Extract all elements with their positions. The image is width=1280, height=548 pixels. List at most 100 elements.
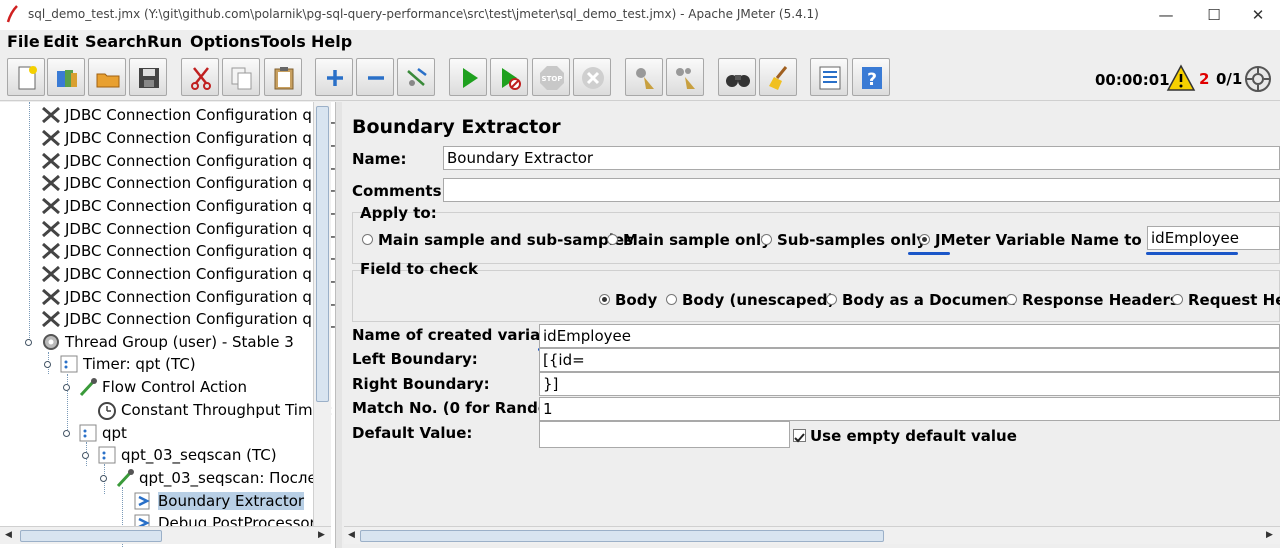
collapse-all-button[interactable]: [356, 58, 394, 96]
scroll-right-icon[interactable]: ▶: [318, 530, 325, 540]
minimize-button[interactable]: —: [1148, 3, 1184, 27]
menu-help[interactable]: Help: [311, 32, 352, 51]
search-button[interactable]: [718, 58, 756, 96]
tree-item-thread-group[interactable]: Thread Group (user) - Stable 3: [40, 331, 294, 353]
tree-toggle-icon[interactable]: [82, 452, 89, 459]
tree-toggle-icon[interactable]: [63, 384, 70, 391]
menu-tools[interactable]: Tools: [260, 32, 306, 51]
default-value-field[interactable]: [539, 421, 790, 448]
play-icon: [463, 68, 478, 88]
menu-search[interactable]: Search: [85, 32, 147, 51]
radio-body[interactable]: Body: [599, 291, 657, 309]
warning-count[interactable]: 2: [1199, 70, 1209, 88]
panel-horizontal-scrollbar[interactable]: ◀ ▶: [344, 526, 1280, 544]
tree-toggle-icon[interactable]: [100, 475, 107, 482]
shutdown-button[interactable]: [573, 58, 611, 96]
menu-bar: File Edit Search Run Options Tools Help: [0, 30, 1280, 54]
menu-file[interactable]: File: [7, 32, 40, 51]
test-plan-tree[interactable]: JDBC Connection Configuration qpt_ JDBC …: [0, 102, 336, 548]
tree-toggle-icon[interactable]: [63, 430, 70, 437]
reset-search-button[interactable]: [759, 58, 797, 96]
use-empty-default-label[interactable]: Use empty default value: [810, 427, 1017, 445]
radio-response-headers[interactable]: Response Headers: [1006, 291, 1179, 309]
menu-edit[interactable]: Edit: [43, 32, 79, 51]
expand-all-button[interactable]: [315, 58, 353, 96]
scroll-right-icon[interactable]: ▶: [1266, 530, 1273, 540]
scrollbar-thumb[interactable]: [316, 106, 329, 402]
tree-toggle-icon[interactable]: [44, 361, 51, 368]
start-no-pauses-button[interactable]: [490, 58, 528, 96]
tree-item-qpt[interactable]: qpt: [77, 422, 127, 444]
menu-options[interactable]: Options: [190, 32, 260, 51]
clear-all-button[interactable]: [666, 58, 704, 96]
open-button[interactable]: [88, 58, 126, 96]
paste-button[interactable]: [264, 58, 302, 96]
tree-vertical-scrollbar[interactable]: [313, 102, 331, 526]
apply-to-legend: Apply to:: [360, 204, 437, 222]
gear-icon: [40, 332, 62, 352]
radio-request-headers[interactable]: Request Hea: [1172, 291, 1280, 309]
tree-item[interactable]: JDBC Connection Configuration qpt_(: [40, 150, 335, 172]
tree-item-timer-controller[interactable]: Timer: qpt (TC): [58, 353, 196, 375]
tree-item-throughput-timer[interactable]: Constant Throughput Timer: д: [96, 399, 335, 421]
radio-body-unescaped[interactable]: Body (unescaped): [666, 291, 834, 309]
templates-button[interactable]: [47, 58, 85, 96]
match-number-field[interactable]: 1: [539, 397, 1280, 421]
tree-item[interactable]: JDBC Connection Configuration qpt_i: [40, 308, 335, 330]
tree-item[interactable]: JDBC Connection Configuration qpt_: [40, 104, 335, 126]
active-threads: 0/1: [1216, 70, 1243, 88]
cut-button[interactable]: [181, 58, 219, 96]
tree-item-flow-control[interactable]: Flow Control Action: [77, 376, 247, 398]
scissors-icon: [191, 67, 211, 90]
tree-item-boundary-extractor[interactable]: Boundary Extractor: [133, 490, 305, 512]
clear-button[interactable]: [625, 58, 663, 96]
menu-run[interactable]: Run: [147, 32, 182, 51]
clipboard-icon: [274, 67, 294, 90]
scrollbar-thumb[interactable]: [20, 530, 162, 542]
radio-main-and-sub[interactable]: Main sample and sub-samples: [362, 231, 633, 249]
tree-item-seqscan-sampler[interactable]: qpt_03_seqscan: Послед: [114, 467, 327, 489]
open-folder-icon: [96, 73, 120, 88]
tree-item[interactable]: JDBC Connection Configuration qpt_: [40, 263, 335, 285]
tree-item[interactable]: JDBC Connection Configuration qpt_(: [40, 195, 335, 217]
close-button[interactable]: ✕: [1240, 3, 1276, 27]
scroll-left-icon[interactable]: ◀: [5, 530, 12, 540]
use-empty-default-checkbox[interactable]: [793, 429, 806, 443]
tree-guide-line: [29, 102, 30, 342]
radio-jmeter-variable[interactable]: JMeter Variable Name to use: [919, 231, 1177, 249]
jmeter-variable-field[interactable]: idEmployee: [1147, 226, 1280, 250]
save-button[interactable]: [129, 58, 167, 96]
tree-horizontal-scrollbar[interactable]: ◀ ▶: [0, 526, 331, 544]
radio-button-icon: [362, 234, 373, 245]
scrollbar-thumb[interactable]: [360, 530, 884, 542]
warning-icon[interactable]: [1166, 64, 1196, 92]
tree-item-seqscan-tc[interactable]: qpt_03_seqscan (TC): [96, 444, 277, 466]
shutdown-icon: [582, 67, 604, 89]
tree-item[interactable]: JDBC Connection Configuration qpt_(: [40, 127, 335, 149]
name-field[interactable]: Boundary Extractor: [443, 146, 1280, 170]
broom-icon: [769, 66, 788, 90]
remote-status-icon[interactable]: [1243, 64, 1273, 94]
tree-item[interactable]: JDBC Connection Configuration qpt_t: [40, 286, 335, 308]
help-button[interactable]: ?: [852, 58, 890, 96]
radio-body-as-document[interactable]: Body as a Document: [826, 291, 1015, 309]
stop-button[interactable]: STOP: [532, 58, 570, 96]
maximize-button[interactable]: ☐: [1196, 3, 1232, 27]
tree-toggle-icon[interactable]: [25, 339, 32, 346]
left-boundary-field[interactable]: [{id=: [539, 348, 1280, 372]
created-variable-field[interactable]: idEmployee: [539, 324, 1280, 348]
new-button[interactable]: [7, 58, 45, 96]
toggle-button[interactable]: [397, 58, 435, 96]
radio-sub-only[interactable]: Sub-samples only: [761, 231, 926, 249]
tree-item[interactable]: JDBC Connection Configuration qpt_: [40, 218, 335, 240]
copy-button[interactable]: [222, 58, 260, 96]
function-helper-button[interactable]: [810, 58, 848, 96]
scroll-left-icon[interactable]: ◀: [348, 530, 355, 540]
extractor-arrow-icon: [133, 491, 155, 511]
tree-item[interactable]: JDBC Connection Configuration qpt_: [40, 240, 335, 262]
tree-item[interactable]: JDBC Connection Configuration qpt_: [40, 172, 335, 194]
comments-field[interactable]: [443, 178, 1280, 202]
radio-main-only[interactable]: Main sample only: [607, 231, 771, 249]
right-boundary-field[interactable]: }]: [539, 372, 1280, 396]
start-button[interactable]: [449, 58, 487, 96]
